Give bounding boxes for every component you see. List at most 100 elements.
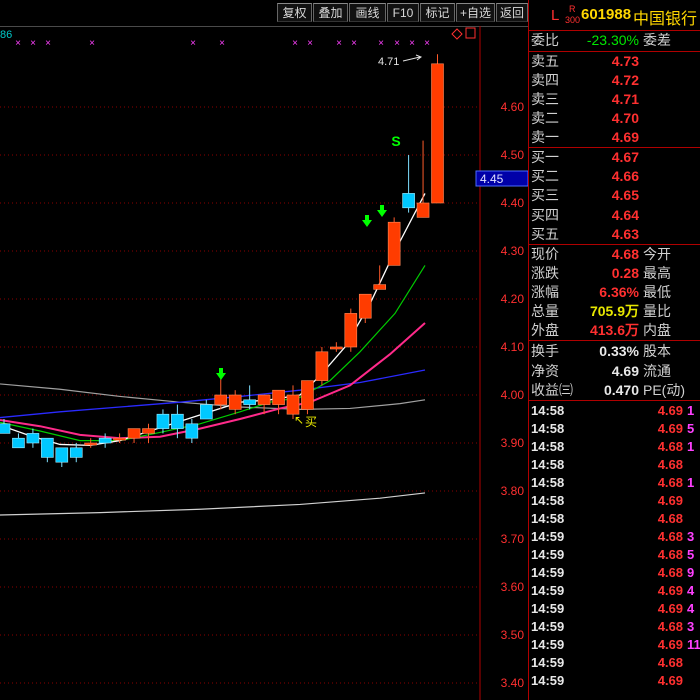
tick-time: 14:58 (531, 421, 565, 436)
stat-label2: 量比 (643, 303, 671, 319)
tick-price: 4.68 (657, 619, 683, 634)
marker-x-icon: × (292, 38, 298, 49)
tick-time: 14:59 (531, 547, 565, 562)
tick-time: 14:58 (531, 439, 565, 454)
tick-price: 4.68 (657, 457, 683, 472)
tick-row: 14:58 4.68 1 (529, 474, 700, 492)
tick-price: 4.68 (657, 439, 683, 454)
add-watchlist-button[interactable]: +自选 (456, 3, 495, 22)
tick-price: 4.69 (657, 403, 683, 418)
marker-x-icon: × (30, 38, 36, 49)
r-tag: R (569, 4, 576, 14)
candle-body (26, 433, 40, 444)
tick-row: 14:58 4.69 (529, 492, 700, 510)
stat-value: 705.9万 (589, 303, 639, 319)
price-chart[interactable]: 4.60 4.50 4.40 4.30 4.20 4.10 4.00 3.90 3.80 3.70… (0, 26, 528, 700)
tick-volume: 3 (687, 619, 695, 634)
ask-row: 卖五 4.73 (529, 52, 700, 71)
candle-body (185, 423, 199, 439)
tick-row: 14:59 4.68 3 (529, 528, 700, 546)
tick-price: 4.68 (657, 565, 683, 580)
tick-price: 4.68 (657, 529, 683, 544)
bid-value: 4.64 (611, 206, 639, 223)
stat2-row: 股本 换手 0.33% (529, 342, 700, 361)
diejia-button[interactable]: 叠加 (313, 3, 348, 22)
buy-arrow-icon: ↖ (294, 413, 304, 427)
stat-row: 最低 涨幅 6.36% (529, 283, 700, 302)
tick-price: 4.69 (657, 421, 683, 436)
bid-row: 买三 4.65 (529, 186, 700, 205)
tick-volume: 1 (687, 439, 695, 454)
tick-row: 14:58 4.68 (529, 510, 700, 528)
current-price-tag: 4.45 (480, 172, 504, 186)
marker-x-icon: × (424, 38, 430, 49)
candle-body (286, 394, 300, 415)
ask-row: 卖一 4.69 (529, 128, 700, 147)
price-axis-label: 4.30 (501, 244, 525, 258)
tick-time: 14:58 (531, 403, 565, 418)
stat-value: 413.6万 (589, 322, 639, 338)
tick-time: 14:58 (531, 475, 565, 490)
stat2-row: 流通 净资 4.69 (529, 362, 700, 381)
tick-row: 14:59 4.68 5 (529, 546, 700, 564)
candle-body (113, 437, 126, 441)
high-annotation: 4.71 (378, 56, 399, 68)
candle-body (214, 394, 228, 405)
huaxian-button[interactable]: 画线 (349, 3, 386, 22)
stat2-label: 换手 (531, 343, 559, 359)
fuquan-button[interactable]: 复权 (277, 3, 312, 22)
indicator-label: 86 (0, 29, 12, 41)
tick-row: 14:58 4.69 1 (529, 402, 700, 420)
bid-label: 买四 (531, 206, 559, 223)
stat-row: 最高 涨跌 0.28 (529, 264, 700, 283)
tick-time: 14:59 (531, 565, 565, 580)
price-axis-label: 4.40 (501, 196, 525, 210)
kline-chart-area[interactable]: 4.60 4.50 4.40 4.30 4.20 4.10 4.00 3.90 3.80 3.70… (0, 26, 528, 700)
stat-label2: 最高 (643, 265, 671, 281)
candle-body (142, 428, 155, 434)
diamond-icon (451, 28, 463, 40)
candle-body (402, 193, 415, 209)
tick-row: 14:59 4.68 (529, 654, 700, 672)
buy-signal-label: 买 (305, 415, 317, 429)
candle-body (98, 437, 112, 444)
candle-body (156, 413, 170, 429)
back-button[interactable]: 返回 (496, 3, 528, 22)
tick-row: 14:59 4.69 4 (529, 600, 700, 618)
price-axis-label: 3.80 (501, 484, 525, 498)
stat2-value: 4.69 (611, 362, 639, 379)
tick-time: 14:59 (531, 655, 565, 670)
candle-body (127, 428, 141, 439)
weibi-row: 委比 -23.30% 委差 (529, 31, 700, 50)
tick-volume: 5 (687, 547, 695, 562)
stock-name: 中国银行 (633, 11, 698, 28)
f10-button[interactable]: F10 (387, 3, 419, 22)
ask-value: 4.69 (611, 129, 639, 145)
candle-body (330, 346, 343, 350)
chart-toolbar: 复权 叠加 画线 F10 标记 +自选 返回 (0, 0, 528, 27)
candle-body (200, 404, 213, 420)
marker-x-icon: × (336, 38, 342, 49)
stat2-label: 收益㈢ (531, 382, 573, 398)
quote-panel: L R 300 601988 中国银行 委比 -23.30% 委差 卖五 4.73… (528, 0, 700, 700)
stat-value: 6.36% (599, 284, 639, 300)
price-axis-label: 4.00 (501, 388, 525, 402)
candle-body (55, 447, 69, 463)
window-icon (465, 27, 476, 39)
stat-label2: 内盘 (643, 322, 671, 338)
down-arrow-icon (216, 368, 226, 380)
tick-time: 14:59 (531, 601, 565, 616)
stat-label2: 最低 (643, 284, 671, 300)
ask-label: 卖二 (531, 110, 559, 126)
marker-x-icon: × (409, 38, 415, 49)
sub-tag: 300 (565, 15, 581, 25)
marker-x-icon: × (89, 38, 95, 49)
biaoji-button[interactable]: 标记 (420, 3, 455, 22)
candle-body (344, 313, 358, 348)
ask-row: 卖三 4.71 (529, 90, 700, 109)
price-axis-label: 3.90 (501, 436, 525, 450)
bid-row: 买一 4.67 (529, 148, 700, 167)
tick-volume: 4 (687, 601, 695, 616)
stat2-label2: 股本 (643, 343, 671, 359)
candle-body (171, 413, 184, 429)
